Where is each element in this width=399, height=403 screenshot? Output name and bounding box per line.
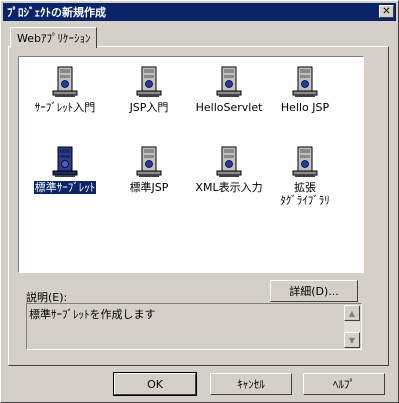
template-item-label: JSP入門 [129,101,169,114]
window-title: ﾌﾟﾛｼﾞｪｸﾄの新規作成 [7,6,106,19]
ok-button-label: OK [147,377,163,391]
scroll-down-button[interactable]: ▼ [344,332,360,348]
help-button-label: ﾍﾙﾌﾟ [333,378,355,391]
cancel-button-label: ｷｬﾝｾﾙ [237,378,265,391]
template-item[interactable]: ｻｰﾌﾞﾚｯﾄ入門 [23,65,107,125]
template-item[interactable]: HelloServlet [187,65,271,125]
close-icon: ✕ [382,5,391,17]
description-scrollbar[interactable]: ▲ ▼ [344,305,360,348]
server-icon [213,65,245,99]
description-text: 標準ｻｰﾌﾞﾚｯﾄを作成します [29,308,156,321]
server-icon [289,145,321,179]
server-icon [49,145,81,179]
template-item-label: HelloServlet [195,101,263,114]
server-icon [133,145,165,179]
tab-label: Webｱﾌﾟﾘｹｰｼｮﾝ [17,32,91,45]
description-box[interactable]: 標準ｻｰﾌﾞﾚｯﾄを作成します ▲ ▼ [26,303,362,350]
template-item[interactable]: 標準ｻｰﾌﾞﾚｯﾄ [23,145,107,205]
template-item-label: 標準ｻｰﾌﾞﾚｯﾄ [32,180,98,195]
template-item-label: 拡張 ﾀｸﾞﾗｲﾌﾞﾗﾘ [280,181,330,207]
template-item[interactable]: 拡張 ﾀｸﾞﾗｲﾌﾞﾗﾘ [263,145,347,207]
server-icon [213,145,245,179]
template-item-label: Hello JSP [280,101,330,114]
new-project-dialog: ﾌﾟﾛｼﾞｪｸﾄの新規作成 ✕ Webｱﾌﾟﾘｹｰｼｮﾝ ｻｰﾌﾞﾚｯﾄ入門 JS… [0,0,399,403]
server-icon [133,65,165,99]
template-item[interactable]: JSP入門 [107,65,191,125]
template-item-label: XML表示入力 [195,181,263,194]
arrow-up-icon: ▲ [348,308,356,318]
close-button[interactable]: ✕ [379,5,394,18]
template-item[interactable]: XML表示入力 [187,145,271,205]
title-bar[interactable]: ﾌﾟﾛｼﾞｪｸﾄの新規作成 ✕ [3,3,396,21]
server-icon [49,65,81,99]
tab-web-application[interactable]: Webｱﾌﾟﾘｹｰｼｮﾝ [10,27,98,48]
template-item[interactable]: Hello JSP [263,65,347,125]
cancel-button[interactable]: ｷｬﾝｾﾙ [210,373,292,395]
template-item-label: ｻｰﾌﾞﾚｯﾄ入門 [34,101,96,114]
template-icon-list[interactable]: ｻｰﾌﾞﾚｯﾄ入門 JSP入門 HelloServlet Hello JSP 標準ｻｰﾌ… [18,56,364,273]
server-icon [289,65,321,99]
template-item-label: 標準JSP [129,181,169,194]
scroll-up-button[interactable]: ▲ [344,305,360,321]
details-button-label: 詳細(D)... [289,285,339,298]
help-button[interactable]: ﾍﾙﾌﾟ [303,373,385,395]
template-item[interactable]: 標準JSP [107,145,191,205]
ok-button[interactable]: OK [113,372,197,396]
details-button[interactable]: 詳細(D)... [270,280,358,302]
arrow-down-icon: ▼ [348,335,356,345]
